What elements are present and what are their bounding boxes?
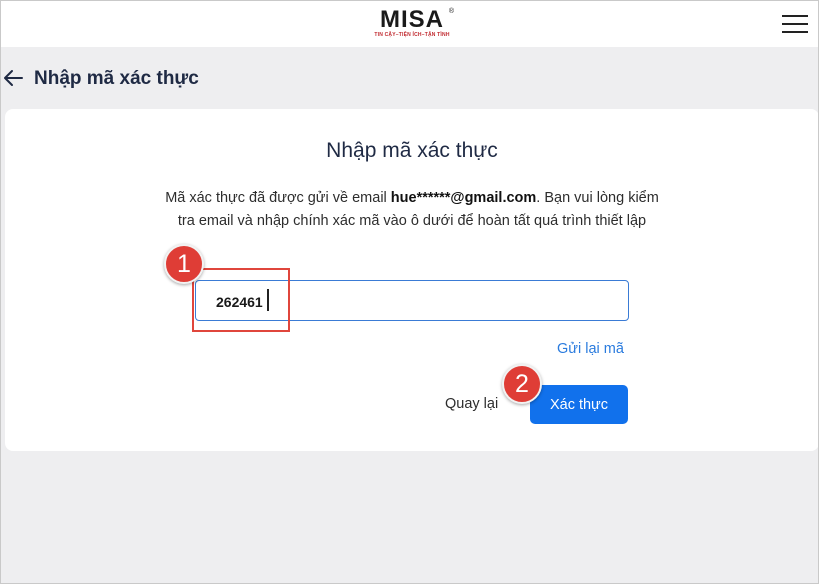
menu-line (782, 31, 808, 33)
logo-slogan: TIN CẬY–TIỆN ÍCH–TẬN TÌNH (374, 32, 450, 38)
desc-prefix: Mã xác thực đã được gửi về email (165, 190, 391, 206)
page-title: Nhập mã xác thực (34, 68, 199, 89)
app-frame: MISA ® TIN CẬY–TIỆN ÍCH–TẬN TÌNH Nhập mã… (0, 0, 819, 584)
menu-line (782, 23, 808, 25)
page-header: Nhập mã xác thực (1, 59, 401, 99)
misa-logo[interactable]: MISA ® TIN CẬY–TIỆN ÍCH–TẬN TÌNH (369, 8, 455, 42)
verification-card: Nhập mã xác thực Mã xác thực đã được gửi… (5, 109, 818, 451)
hamburger-menu-icon[interactable] (780, 11, 810, 37)
verify-button[interactable]: Xác thực (530, 385, 628, 424)
resend-code-link[interactable]: Gửi lại mã (557, 341, 624, 357)
annotation-step-1-badge: 1 (164, 244, 204, 284)
menu-line (782, 15, 808, 17)
top-bar: MISA ® TIN CẬY–TIỆN ÍCH–TẬN TÌNH (1, 1, 818, 47)
registered-mark: ® (448, 8, 454, 15)
verification-code-input[interactable] (195, 280, 629, 321)
card-title: Nhập mã xác thực (326, 139, 498, 162)
arrow-left-icon[interactable] (3, 69, 23, 87)
logo-wordmark: MISA (380, 6, 444, 33)
back-button[interactable]: Quay lại (445, 396, 498, 412)
card-description: Mã xác thực đã được gửi về email hue****… (155, 187, 669, 233)
text-caret (267, 289, 269, 311)
masked-email: hue******@gmail.com (390, 190, 537, 206)
annotation-step-2-badge: 2 (502, 364, 542, 404)
